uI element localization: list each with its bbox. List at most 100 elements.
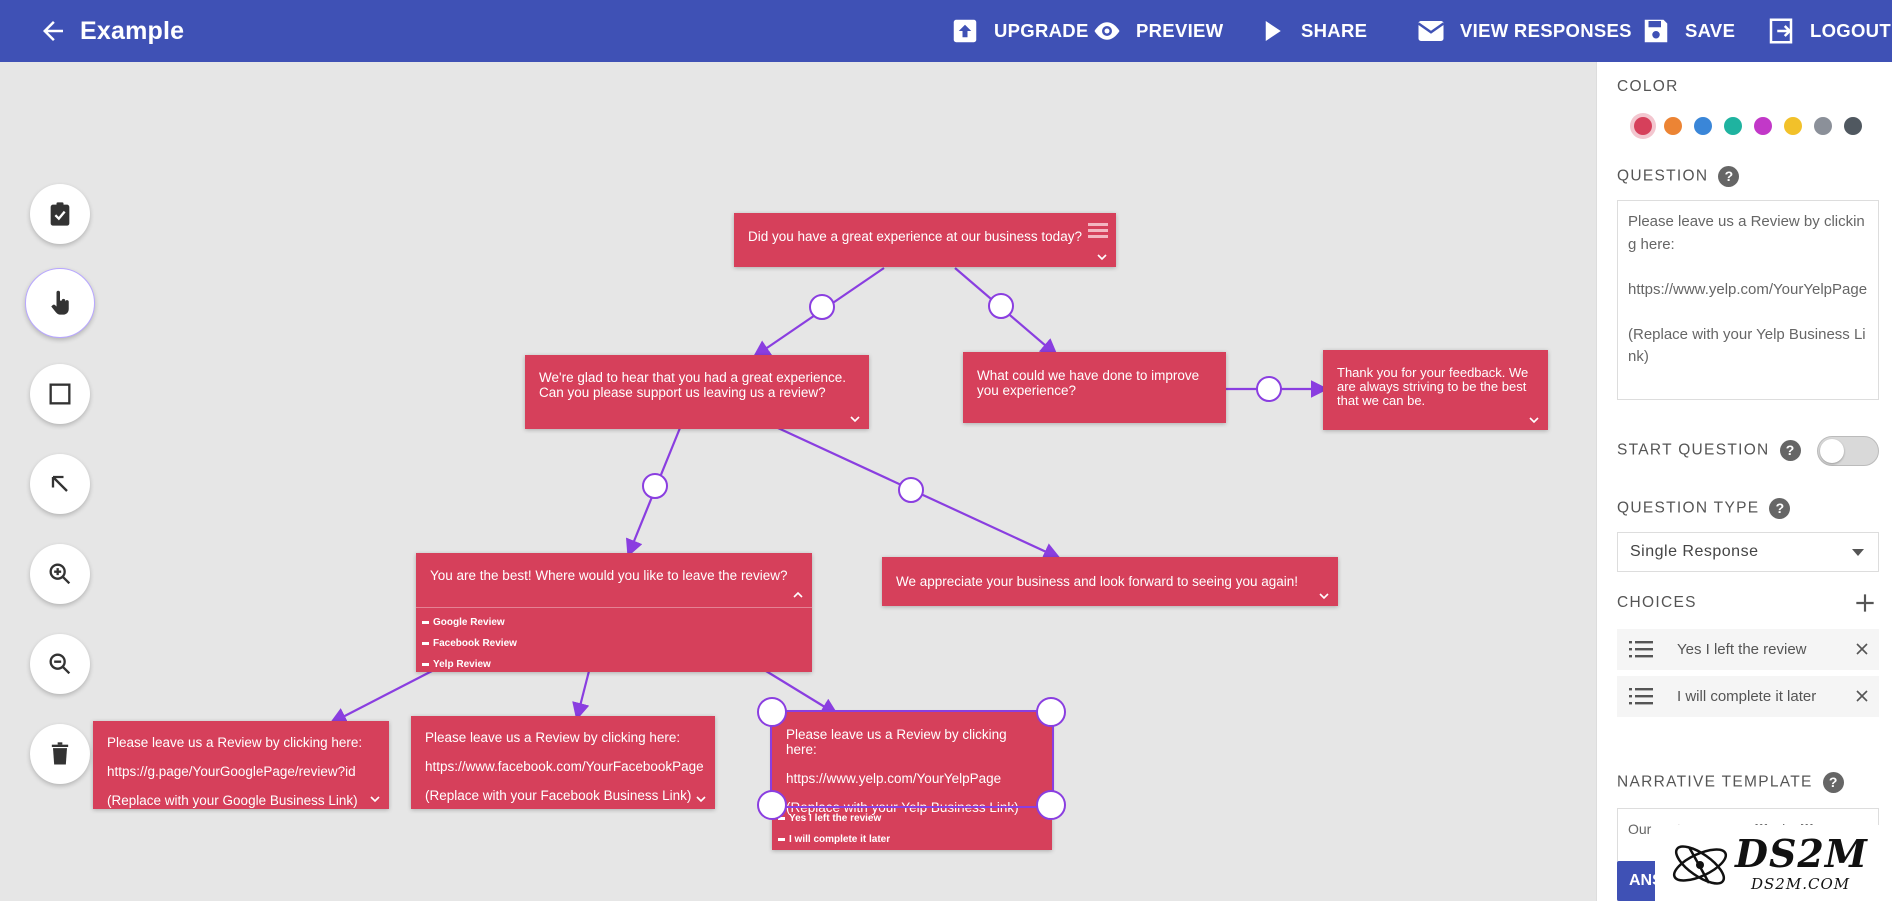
square-outline-icon (49, 383, 71, 405)
node-line: https://www.yelp.com/YourYelpPage (786, 771, 1002, 786)
resize-handle-bottom-left[interactable] (757, 790, 787, 820)
question-node[interactable]: Thank you for your feedback. We are alwa… (1323, 350, 1548, 430)
help-icon[interactable]: ? (1779, 440, 1801, 461)
chevron-down-icon[interactable] (1096, 251, 1108, 263)
question-node[interactable]: We appreciate your business and look for… (882, 557, 1338, 606)
list-icon (1088, 223, 1108, 238)
color-swatch[interactable] (1814, 117, 1832, 135)
node-text-lines: Please leave us a Review by clicking her… (93, 721, 389, 808)
node-question-text: We're glad to hear that you had a great … (539, 370, 847, 400)
choice-text[interactable]: I will complete it later (1677, 676, 1816, 717)
watermark-domain: DS2M.COM (1751, 875, 1851, 893)
question-node[interactable]: We're glad to hear that you had a great … (525, 355, 869, 429)
start-question-toggle[interactable] (1817, 436, 1879, 466)
play-icon (1265, 21, 1281, 41)
node-text-lines: Please leave us a Review by clicking her… (411, 716, 715, 803)
close-icon[interactable] (1855, 689, 1869, 703)
chevron-up-icon[interactable] (792, 589, 804, 601)
view-responses-button[interactable]: VIEW RESPONSES (1416, 15, 1632, 47)
rectangle-tool[interactable] (30, 364, 90, 424)
trash-icon (51, 742, 69, 765)
node-line: Please leave us a Review by clicking her… (107, 735, 363, 750)
chevron-down-icon[interactable] (695, 793, 707, 805)
help-icon[interactable]: ? (1822, 772, 1844, 793)
close-icon[interactable] (1855, 642, 1869, 656)
eye-icon (1094, 22, 1120, 40)
selected-question-node[interactable]: Please leave us a Review by clicking her… (770, 710, 1054, 850)
narrative-template-label: NARRATIVE TEMPLATE? (1617, 772, 1844, 793)
zoom-out-button[interactable] (30, 634, 90, 694)
chevron-down-icon[interactable] (369, 793, 381, 805)
logout-icon (1769, 18, 1793, 44)
save-label: SAVE (1685, 20, 1736, 41)
zoom-in-button[interactable] (30, 544, 90, 604)
color-swatch[interactable] (1754, 117, 1772, 135)
choice-item[interactable]: Yes I left the review (1617, 629, 1879, 670)
pointer-tool[interactable] (25, 268, 95, 338)
color-swatch[interactable] (1664, 117, 1682, 135)
color-label: COLOR (1617, 78, 1679, 95)
chevron-down-icon[interactable] (1528, 414, 1540, 426)
back-arrow-icon[interactable] (38, 16, 68, 46)
arrow-up-left-icon (51, 475, 68, 492)
delete-button[interactable] (30, 724, 90, 784)
node-text-lines: Please leave us a Review by clicking her… (772, 712, 1052, 815)
color-swatch[interactable] (1694, 117, 1712, 135)
mail-icon (1417, 21, 1445, 41)
node-line: https://www.facebook.com/YourFacebookPag… (425, 759, 704, 774)
question-label-text: QUESTION (1617, 167, 1709, 185)
drag-list-icon[interactable] (1629, 686, 1653, 706)
help-icon[interactable]: ? (1769, 498, 1791, 519)
start-question-label-text: START QUESTION (1617, 441, 1770, 459)
question-node[interactable]: Please leave us a Review by clicking her… (93, 721, 389, 809)
add-choice-icon[interactable] (1852, 590, 1878, 616)
logout-button[interactable]: LOGOUT (1766, 15, 1891, 47)
zoom-in-icon (49, 563, 71, 585)
node-question-text: Did you have a great experience at our b… (748, 229, 1082, 244)
question-node[interactable]: Please leave us a Review by clicking her… (411, 716, 715, 809)
node-choices: Google Review Facebook Review Yelp Revie… (416, 607, 812, 675)
color-swatch[interactable] (1844, 117, 1862, 135)
resize-handle-top-right[interactable] (1036, 697, 1066, 727)
chevron-down-icon[interactable] (849, 413, 861, 425)
choice-text[interactable]: Yes I left the review (1677, 629, 1807, 670)
question-node[interactable]: Did you have a great experience at our b… (734, 213, 1116, 267)
node-line: (Replace with your Google Business Link) (107, 793, 358, 808)
node-line: Please leave us a Review by clicking her… (786, 727, 1007, 757)
question-type-select[interactable]: Single Response (1617, 532, 1879, 572)
question-textarea[interactable]: Please leave us a Review by clicking her… (1617, 200, 1879, 400)
hand-pointer-icon (51, 290, 69, 315)
add-question-tool[interactable] (30, 184, 90, 244)
node-line: (Replace with your Yelp Business Link) (786, 800, 1019, 815)
upgrade-icon (953, 19, 977, 43)
top-app-bar: Example UPGRADE PREVIEW SHARE VIEW RESPO… (0, 0, 1892, 62)
chevron-down-icon[interactable] (1318, 590, 1330, 602)
drag-list-icon[interactable] (1629, 639, 1653, 659)
upgrade-button[interactable]: UPGRADE (950, 15, 1089, 47)
connector-tool[interactable] (30, 454, 90, 514)
resize-handle-top-left[interactable] (757, 697, 787, 727)
question-type-label: QUESTION TYPE? (1617, 498, 1791, 519)
save-button[interactable]: SAVE (1641, 15, 1735, 47)
choice-item[interactable]: I will complete it later (1617, 676, 1879, 717)
share-button[interactable]: SHARE (1257, 15, 1367, 47)
node-question-text: What could we have done to improve you e… (977, 368, 1200, 398)
properties-panel: COLOR QUESTION? Please leave us a Review… (1596, 62, 1892, 901)
resize-handle-bottom-right[interactable] (1036, 790, 1066, 820)
floppy-disk-icon (1644, 19, 1668, 43)
help-icon[interactable]: ? (1718, 166, 1740, 187)
toggle-knob (1820, 439, 1844, 463)
logout-label: LOGOUT (1810, 20, 1891, 41)
color-swatch[interactable] (1784, 117, 1802, 135)
share-label: SHARE (1301, 20, 1368, 41)
preview-button[interactable]: PREVIEW (1092, 15, 1223, 47)
start-question-label: START QUESTION? (1617, 440, 1801, 461)
color-swatch[interactable] (1634, 117, 1652, 135)
question-node[interactable]: You are the best! Where would you like t… (416, 553, 812, 672)
color-swatch[interactable] (1724, 117, 1742, 135)
caret-down-icon (1852, 549, 1864, 556)
node-choice: Google Review (422, 612, 812, 633)
question-node[interactable]: What could we have done to improve you e… (963, 352, 1226, 423)
question-type-label-text: QUESTION TYPE (1617, 499, 1760, 517)
question-type-value: Single Response (1630, 543, 1759, 560)
